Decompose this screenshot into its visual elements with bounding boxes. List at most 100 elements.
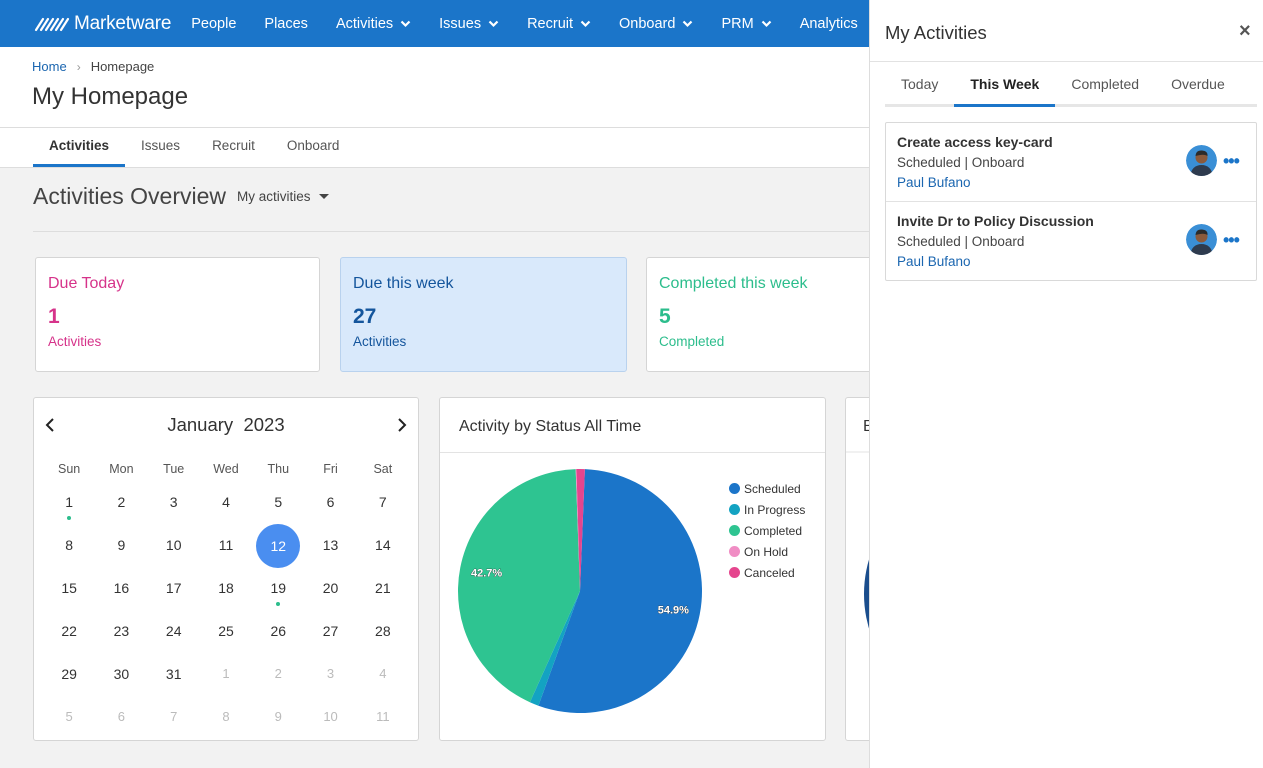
- calendar-day[interactable]: 27: [304, 615, 356, 658]
- activity-assignee[interactable]: Paul Bufano: [897, 175, 1245, 190]
- calendar-day[interactable]: 9: [252, 701, 304, 744]
- calendar-day[interactable]: 2: [252, 658, 304, 701]
- legend-item[interactable]: Canceled: [729, 562, 805, 583]
- calendar-day[interactable]: 1: [43, 486, 95, 529]
- nav-item-label: Analytics: [799, 15, 858, 32]
- calendar-day[interactable]: 3: [148, 486, 200, 529]
- legend-item[interactable]: In Progress: [729, 499, 805, 520]
- calendar-day[interactable]: 17: [148, 572, 200, 615]
- card-subtitle: Activities: [353, 334, 407, 349]
- more-dots-icon[interactable]: •••: [1223, 151, 1240, 172]
- calendar-day[interactable]: 13: [304, 529, 356, 572]
- nav-item-issues[interactable]: Issues: [439, 16, 499, 32]
- chevron-right-icon[interactable]: [397, 418, 407, 432]
- calendar-day[interactable]: 18: [200, 572, 252, 615]
- nav-item-analytics[interactable]: Analytics: [800, 16, 858, 32]
- nav-item-label: Places: [264, 15, 308, 32]
- calendar-day-number: 18: [218, 580, 234, 596]
- calendar-day[interactable]: 8: [200, 701, 252, 744]
- calendar-day[interactable]: 15: [43, 572, 95, 615]
- calendar-day-number: 15: [61, 580, 77, 596]
- calendar-day[interactable]: 31: [148, 658, 200, 701]
- activity-item[interactable]: Create access key-card Scheduled | Onboar…: [886, 123, 1256, 202]
- calendar-day[interactable]: 11: [200, 529, 252, 572]
- drawer-tab-today[interactable]: Today: [885, 62, 954, 107]
- nav-item-people[interactable]: People: [191, 16, 236, 32]
- calendar-day[interactable]: 5: [43, 701, 95, 744]
- calendar-day[interactable]: 11: [357, 701, 409, 744]
- calendar-day[interactable]: 26: [252, 615, 304, 658]
- calendar-day[interactable]: 23: [95, 615, 147, 658]
- legend-label: Completed: [744, 523, 803, 538]
- activity-assignee[interactable]: Paul Bufano: [897, 254, 1245, 269]
- calendar-day[interactable]: 14: [357, 529, 409, 572]
- calendar-day[interactable]: 7: [148, 701, 200, 744]
- nav-item-places[interactable]: Places: [264, 16, 308, 32]
- legend-item[interactable]: Scheduled: [729, 478, 805, 499]
- chevron-down-icon: [400, 20, 411, 27]
- calendar-day[interactable]: 28: [357, 615, 409, 658]
- chevron-left-icon[interactable]: [45, 418, 55, 432]
- section-tabs: Activities Issues Recruit Onboard: [0, 127, 870, 168]
- calendar-day-number: 8: [222, 709, 230, 724]
- brand-name: Marketware: [74, 12, 172, 34]
- divider: [33, 231, 870, 232]
- nav-item-recruit[interactable]: Recruit: [527, 16, 591, 32]
- close-icon[interactable]: ×: [1239, 20, 1251, 43]
- calendar-day[interactable]: 25: [200, 615, 252, 658]
- calendar-day-today[interactable]: 12: [252, 524, 304, 572]
- brand-logo[interactable]: Marketware: [34, 13, 171, 35]
- legend-item[interactable]: On Hold: [729, 541, 805, 562]
- calendar-day[interactable]: 5: [252, 486, 304, 529]
- calendar-day-number: 4: [379, 666, 387, 681]
- activities-filter-dropdown[interactable]: My activities: [237, 189, 329, 204]
- nav-item-prm[interactable]: PRM: [721, 16, 771, 32]
- breadcrumb-home[interactable]: Home: [32, 59, 67, 74]
- calendar-day-number: 5: [274, 494, 283, 510]
- drawer-tab-this-week[interactable]: This Week: [954, 62, 1056, 107]
- drawer-tab-overdue[interactable]: Overdue: [1155, 62, 1241, 107]
- calendar-day-number: 6: [326, 494, 335, 510]
- calendar-day[interactable]: 21: [357, 572, 409, 615]
- tab-activities[interactable]: Activities: [33, 128, 126, 167]
- due-this-week-card[interactable]: Due this week 27 Activities: [340, 257, 627, 372]
- calendar-day-number: 28: [375, 623, 391, 639]
- card-subtitle: Activities: [48, 334, 102, 349]
- calendar-day[interactable]: 24: [148, 615, 200, 658]
- calendar-day[interactable]: 19: [252, 572, 304, 615]
- due-today-card[interactable]: Due Today 1 Activities: [35, 257, 320, 372]
- calendar-day[interactable]: 1: [200, 658, 252, 701]
- nav-item-activities[interactable]: Activities: [336, 16, 411, 32]
- calendar-day[interactable]: 10: [304, 701, 356, 744]
- tab-issues[interactable]: Issues: [125, 128, 196, 167]
- legend-item[interactable]: Completed: [729, 520, 805, 541]
- drawer-tab-completed[interactable]: Completed: [1055, 62, 1155, 107]
- calendar-day[interactable]: 10: [148, 529, 200, 572]
- more-dots-icon[interactable]: •••: [1223, 230, 1240, 251]
- calendar-day[interactable]: 6: [95, 701, 147, 744]
- calendar-day[interactable]: 29: [43, 658, 95, 701]
- user-avatar-icon[interactable]: [1186, 224, 1217, 255]
- calendar-day-number: 11: [376, 709, 390, 724]
- calendar-day[interactable]: 30: [95, 658, 147, 701]
- completed-this-week-card[interactable]: Completed this week 5 Completed: [646, 257, 886, 372]
- calendar-day[interactable]: 8: [43, 529, 95, 572]
- activity-item[interactable]: Invite Dr to Policy Discussion Scheduled …: [886, 202, 1256, 280]
- page-title: My Homepage: [32, 83, 189, 110]
- calendar-day[interactable]: 7: [357, 486, 409, 529]
- tab-recruit[interactable]: Recruit: [196, 128, 271, 167]
- calendar-day[interactable]: 22: [43, 615, 95, 658]
- calendar-day[interactable]: 2: [95, 486, 147, 529]
- calendar-day[interactable]: 4: [200, 486, 252, 529]
- calendar-day[interactable]: 3: [304, 658, 356, 701]
- calendar-day[interactable]: 6: [304, 486, 356, 529]
- chevron-down-icon: [488, 20, 499, 27]
- calendar-day[interactable]: 20: [304, 572, 356, 615]
- calendar-day[interactable]: 16: [95, 572, 147, 615]
- calendar-day[interactable]: 9: [95, 529, 147, 572]
- nav-item-onboard[interactable]: Onboard: [619, 16, 693, 32]
- tab-onboard[interactable]: Onboard: [271, 128, 356, 167]
- nav-item-label: Onboard: [619, 15, 676, 32]
- user-avatar-icon[interactable]: [1186, 145, 1217, 176]
- calendar-day[interactable]: 4: [357, 658, 409, 701]
